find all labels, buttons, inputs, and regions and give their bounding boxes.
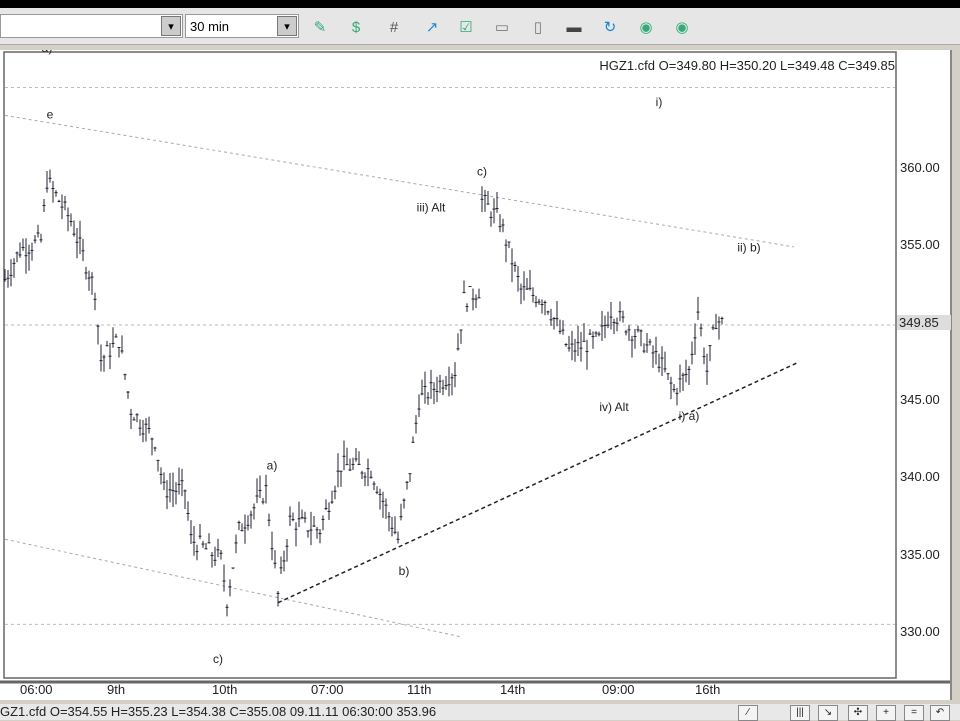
chevron-down-icon[interactable]: ▾ (277, 16, 297, 36)
symbol-combo[interactable]: ▾ (0, 14, 183, 38)
wave-label: a) (267, 459, 278, 473)
wave-label: i) (656, 95, 663, 109)
bars-icon[interactable]: ||| (790, 705, 810, 721)
x-tick-label: 09:00 (602, 682, 635, 697)
wave-label: iii) Alt (417, 200, 446, 214)
zoom-out-icon[interactable]: = (904, 705, 924, 721)
draw-icon[interactable]: ∕ (738, 705, 758, 721)
edit-chart-icon[interactable]: ☑ (454, 16, 478, 40)
refresh-icon[interactable]: ↻ (598, 16, 622, 40)
wave-label: c) (213, 652, 223, 666)
crosshair-icon[interactable]: ✣ (848, 705, 868, 721)
y-tick-label: 330.00 (900, 624, 940, 640)
x-tick-label: 9th (107, 682, 126, 697)
wave-label: ii) b) (737, 241, 760, 255)
chart-window[interactable]: a)ec)iii) Alti)ii) b)iv) Alti) a)a)b)c) … (0, 50, 952, 700)
chevron-down-icon[interactable]: ▾ (161, 16, 181, 36)
plot-frame (3, 51, 897, 679)
x-tick-label: 16th (695, 682, 721, 697)
price-chart[interactable]: a) e c) iii) Alt i) ii) b) iv) Alt i) a) a) b) c) (0, 50, 950, 700)
line-icon[interactable]: ↘ (818, 705, 838, 721)
wave-label: i) a) (679, 409, 700, 423)
y-tick-label: 340.00 (900, 469, 940, 485)
chart-icon[interactable]: ▭ (490, 16, 514, 40)
x-tick-label: 11th (407, 682, 432, 697)
prev-chart-icon[interactable]: ◉ (670, 16, 694, 40)
last-price-label: 349.85 (897, 315, 951, 330)
undo-icon[interactable]: ↶ (930, 705, 950, 721)
x-tick-label: 14th (500, 682, 526, 697)
lower-trendline (277, 362, 798, 604)
interval-combo[interactable]: 30 min ▾ (185, 14, 299, 38)
wave-label: e (47, 107, 54, 121)
grid-icon[interactable]: # (382, 16, 406, 40)
y-tick-label: 345.00 (900, 392, 940, 408)
add-study-icon[interactable]: ✎ (308, 16, 332, 40)
chart-toolbar: ▾ 30 min ▾ ✎ $ # ↗ ☑ ▭ ▯ ▬ ↻ ◉ ◉ (0, 8, 960, 45)
y-tick-label: 335.00 (900, 546, 940, 562)
print-icon[interactable]: ▬ (562, 16, 586, 40)
zoom-in-icon[interactable]: + (876, 705, 896, 721)
study-icon[interactable]: $ (344, 16, 368, 40)
wave-label: iv) Alt (599, 400, 629, 414)
next-chart-icon[interactable]: ◉ (634, 16, 658, 40)
window-titlebar (0, 0, 960, 8)
wave-label: c) (477, 165, 487, 179)
chart-up-icon[interactable]: ↗ (420, 16, 444, 40)
interval-value: 30 min (190, 19, 230, 34)
y-tick-label: 360.00 (900, 160, 940, 175)
wave-label: a) (42, 50, 53, 55)
lower-channel-line (4, 538, 462, 638)
upper-trendline (4, 114, 795, 248)
status-bar: GZ1.cfd O=354.55 H=355.23 L=354.38 C=355… (0, 704, 960, 721)
ohlc-header: HGZ1.cfd O=349.80 H=350.20 L=349.48 C=34… (599, 58, 895, 73)
y-tick-label: 355.00 (900, 237, 940, 253)
page-icon[interactable]: ▯ (526, 16, 550, 40)
x-tick-label: 07:00 (311, 682, 344, 697)
x-tick-label: 06:00 (20, 682, 53, 697)
x-tick-label: 10th (212, 682, 238, 697)
wave-label: b) (399, 564, 410, 578)
status-text: GZ1.cfd O=354.55 H=355.23 L=354.38 C=355… (0, 704, 437, 719)
